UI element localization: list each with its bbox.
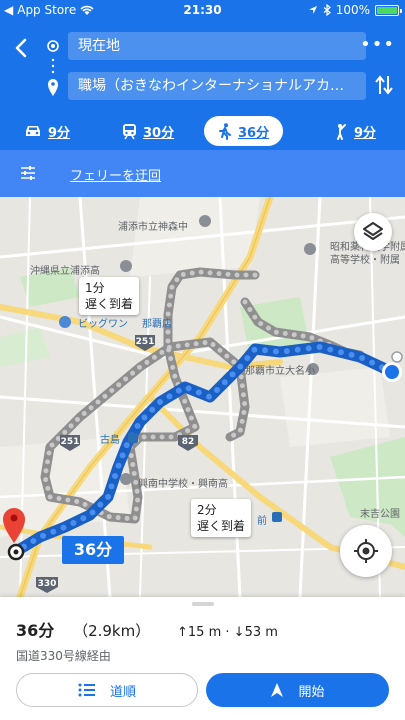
sliders-icon[interactable] [20,165,36,181]
walking-icon [219,122,231,140]
map-label-big-one: ビッグワン [78,319,128,330]
mode-ride-share[interactable]: 9分 [334,116,376,146]
avoid-ferries-link[interactable]: フェリーを迂回 [70,165,161,184]
steps-label: 道順 [109,684,136,700]
drag-handle[interactable] [192,602,214,606]
route-shield-82: 82 [182,437,195,447]
school-poi-icon [199,215,211,227]
callout-time: 2分 [197,503,217,517]
train-icon [123,123,136,139]
map-label-mae: 前 [257,516,267,527]
map-view[interactable]: 251 251 82 330 浦添市立神森中 沖縄県立浦添高 高等学校・附属 ビ… [0,197,405,597]
callout-note: 遅く到着 [197,519,246,533]
directions-header: 現在地 職場（おきなわインターナショナルアカ… ••• 9分 30分 36分 9… [0,20,405,150]
map-label-furujima: 古島 [100,435,120,446]
start-label: 開始 [298,684,325,700]
route-shield-330: 330 [38,579,57,589]
elevation-info: ↑15 m · ↓53 m [177,625,278,640]
route-shield-251b: 251 [61,437,80,447]
route-via: 国道330号線経由 [16,649,111,663]
ascent-icon: ↑ [177,625,188,640]
steps-button[interactable]: 道順 [16,673,198,707]
navigation-arrow-icon [271,683,284,697]
map-label-konan: 興南中学校・興南高 [138,479,228,490]
route-duration: 36分 [16,621,55,640]
mode-car[interactable]: 9分 [24,116,70,146]
travel-modes: 9分 30分 36分 9分 [0,116,405,146]
map-label-sueyoshi: 末吉公園 [360,509,400,520]
battery-percent: 100% [335,3,370,17]
start-button[interactable]: 開始 [206,673,389,707]
route-callout-1[interactable]: 1分 遅く到着 [79,277,140,315]
layers-button[interactable] [354,213,392,251]
route-callout-2[interactable]: 2分 遅く到着 [191,499,252,537]
person-hail-icon [337,123,346,140]
selected-route-time-badge[interactable]: 36分 [62,536,124,564]
route-options-bar: フェリーを迂回 [0,150,405,197]
callout-time: 1分 [85,281,105,295]
crosshair-icon [354,539,378,563]
mode-transit-time: 30分 [143,125,175,141]
map-label-naha-store: 那覇店 [142,319,172,330]
map-label-showa-2: 高等学校・附属 [330,255,400,266]
location-arrow-icon [308,6,317,14]
back-icon[interactable] [10,36,34,60]
mode-walk-time: 36分 [238,125,270,141]
route-shield-251a: 251 [136,337,155,347]
destination-field[interactable]: 職場（おきなわインターナショナルアカ… [68,72,366,100]
callout-note: 遅く到着 [85,297,134,311]
status-bar: ◀ App Store 21:30 100% [0,0,405,20]
more-options-button[interactable]: ••• [360,34,395,55]
origin-field[interactable]: 現在地 [68,32,366,60]
my-location-button[interactable] [340,525,392,577]
mode-walk[interactable]: 36分 [204,116,284,146]
list-icon [78,683,95,697]
school-poi-icon [120,473,132,485]
ascent-value: 15 m [187,625,222,640]
route-summary-sheet[interactable]: 36分 （2.9km） ↑15 m · ↓53 m 国道330号線経由 道順 開… [0,597,405,720]
map-label-kamimori: 浦添市立神森中 [118,222,188,233]
route-endpoints-icon [47,40,59,96]
route-summary: 36分 （2.9km） ↑15 m · ↓53 m [16,617,278,641]
car-icon [26,126,40,136]
route-distance: （2.9km） [73,622,151,640]
map-label-daina: 那覇市立大名小 [245,366,315,377]
station-icon [128,433,138,443]
descent-value: 53 m [244,625,278,640]
mode-ride-share-time: 9分 [354,125,377,141]
school-poi-icon [304,243,316,255]
school-poi-icon [120,260,132,272]
descent-icon: ↓ [233,625,245,640]
mode-car-time: 9分 [48,125,71,141]
map-label-urasoe-high: 沖縄県立浦添高 [30,266,100,277]
shop-poi-icon [59,316,71,328]
bluetooth-icon [323,4,331,16]
swap-icon[interactable] [375,74,393,96]
station-icon [272,512,282,522]
layers-icon [363,222,383,240]
status-right: 100% [308,3,402,17]
battery-icon [375,4,402,16]
mode-transit[interactable]: 30分 [122,116,174,146]
